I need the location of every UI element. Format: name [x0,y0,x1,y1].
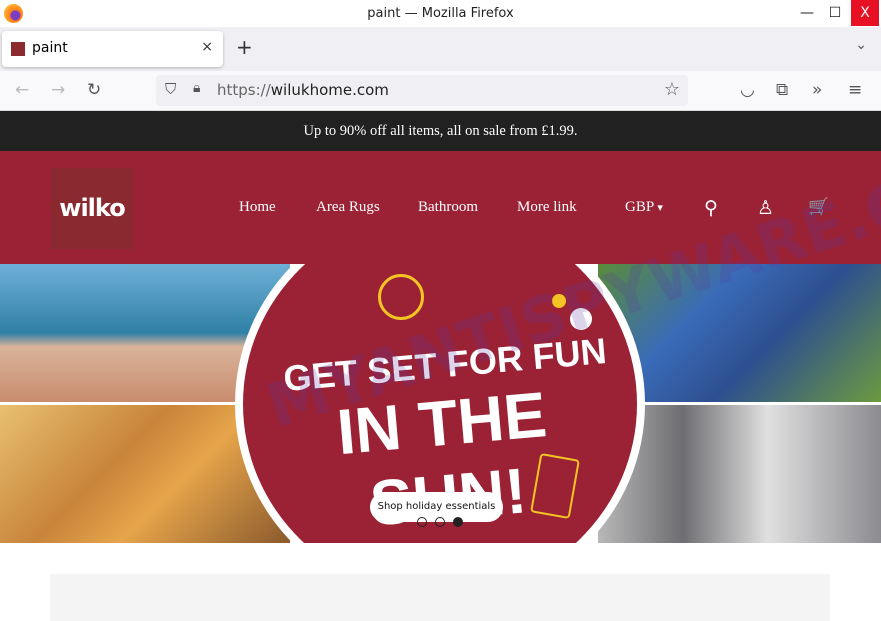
yellow-dot-decoration [552,294,566,308]
content-placeholder [50,574,830,621]
hero-banner[interactable]: GET SET FOR FUN IN THE SUN! Shop holiday… [0,264,881,543]
nav-bar: ← → ↻ ⛉ 🔒︎ https://wilukhome.com ☆ ◡ ⧉ »… [0,71,881,111]
site-header: wilko Home Area Rugs Bathroom More link … [0,151,881,264]
shield-icon[interactable]: ⛉ [165,80,176,98]
nav-more-link[interactable]: More link [517,199,577,216]
favicon-icon [11,42,25,56]
nav-home[interactable]: Home [239,199,276,216]
promo-banner: Up to 90% off all items, all on sale fro… [0,111,881,151]
slide-dot-1[interactable] [417,517,427,527]
slide-dot-2[interactable] [435,517,445,527]
tab-label: paint [32,40,68,56]
title-bar: paint — Mozilla Firefox — ☐ X [0,0,881,27]
more-tools-icon[interactable]: » [812,80,822,100]
tab-bar: paint × + ⌄ [0,27,881,71]
sun-icon [378,274,424,320]
close-window-button[interactable]: X [851,0,879,26]
slide-dot-3-active[interactable] [453,517,463,527]
extensions-icon[interactable]: ⧉ [776,80,788,100]
currency-value: GBP [625,199,654,215]
list-all-tabs-button[interactable]: ⌄ [855,37,867,53]
menu-icon[interactable]: ≡ [848,80,862,100]
forward-button[interactable]: → [51,80,65,100]
reload-button[interactable]: ↻ [87,80,101,100]
account-icon[interactable]: ♙ [757,197,774,220]
url-host: wilukhome.com [270,81,389,99]
currency-select[interactable]: GBP ▾ [625,199,663,216]
bookmark-star-icon[interactable]: ☆ [664,79,680,100]
nav-bathroom[interactable]: Bathroom [418,199,478,216]
maximize-button[interactable]: ☐ [821,0,849,26]
lock-icon[interactable]: 🔒︎ [193,80,200,96]
minimize-button[interactable]: — [793,0,821,26]
cart-icon[interactable]: 🛒 [808,197,829,217]
back-button[interactable]: ← [15,80,29,100]
tab-paint[interactable]: paint × [2,31,223,67]
url-bar[interactable]: ⛉ 🔒︎ https://wilukhome.com ☆ [156,75,688,106]
pocket-icon[interactable]: ◡ [740,80,755,100]
new-tab-button[interactable]: + [236,35,253,59]
wilko-logo[interactable]: wilko [51,168,133,249]
white-dot-decoration [570,308,592,330]
window-title: paint — Mozilla Firefox [367,6,514,21]
nav-area-rugs[interactable]: Area Rugs [316,199,380,216]
search-icon[interactable]: ⚲ [704,197,718,220]
caret-down-icon: ▾ [657,202,663,214]
tab-close-button[interactable]: × [201,39,213,55]
url-scheme: https:// [217,81,271,99]
